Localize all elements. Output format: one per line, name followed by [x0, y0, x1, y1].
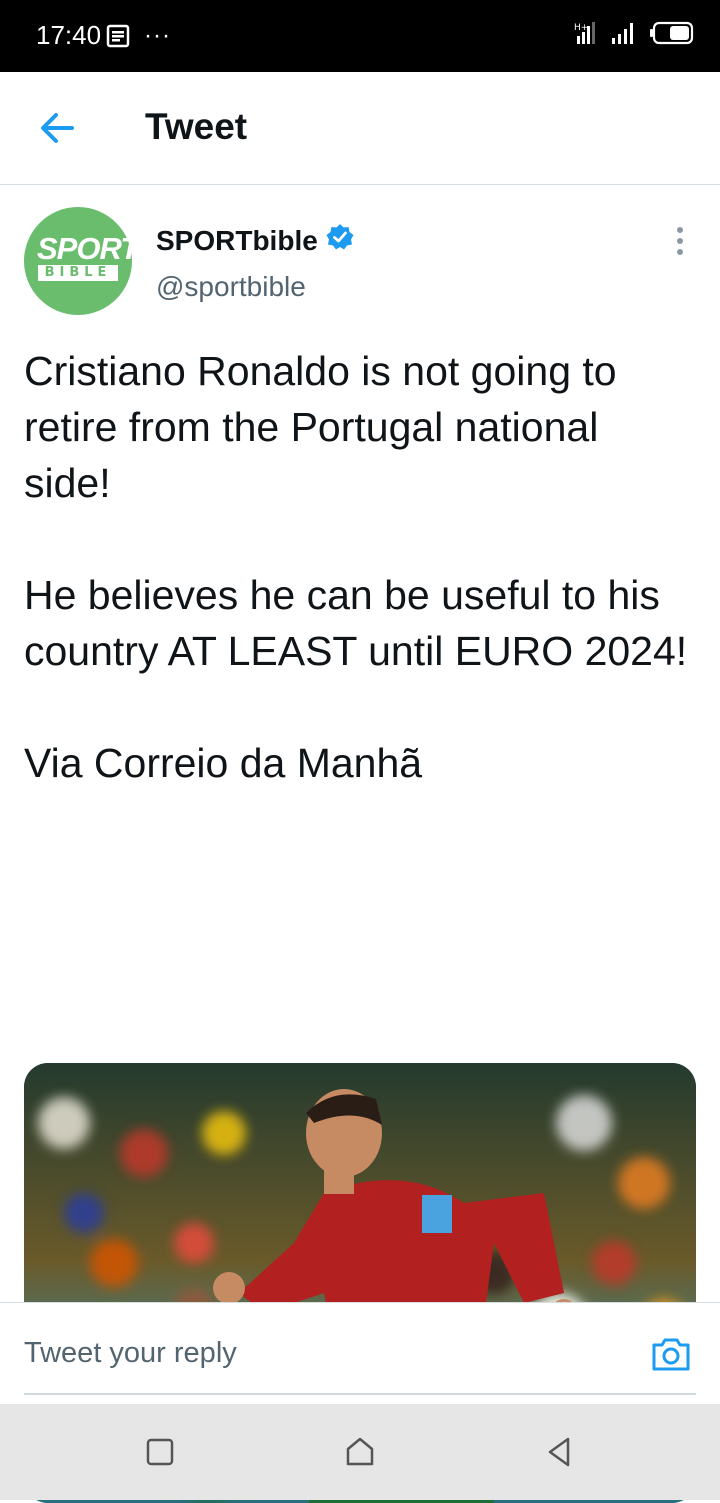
avatar-logo-subtext: BIBLE [38, 265, 118, 281]
android-nav-bar [0, 1404, 720, 1500]
verified-badge-icon [326, 224, 354, 250]
reply-bar: Tweet your reply [0, 1302, 720, 1405]
reply-placeholder: Tweet your reply [24, 1337, 237, 1369]
user-handle[interactable]: @sportbible [156, 271, 306, 303]
tweet-text: Cristiano Ronaldo is not going to retire… [24, 348, 688, 786]
status-left-icons: ··· [106, 22, 171, 50]
signal-icon [612, 23, 633, 44]
battery-icon [650, 21, 694, 45]
more-notifications-icon: ··· [144, 22, 171, 49]
status-bar: 17:40 ··· H+ [0, 0, 720, 72]
back-nav-icon[interactable] [542, 1434, 578, 1470]
recent-apps-icon[interactable] [142, 1434, 178, 1470]
reply-input[interactable]: Tweet your reply [24, 1303, 696, 1395]
page-title: Tweet [145, 106, 248, 147]
status-right-icons: H+ [574, 20, 696, 46]
home-icon[interactable] [342, 1434, 378, 1470]
status-time: 17:40 [36, 20, 102, 50]
tweet-header: Tweet [0, 72, 720, 185]
svg-text:H+: H+ [574, 23, 588, 33]
more-options-icon[interactable] [666, 225, 694, 257]
display-name[interactable]: SPORTbible [156, 225, 318, 257]
avatar[interactable]: SPORT BIBLE [24, 207, 132, 315]
avatar-logo-text: SPORT [37, 231, 132, 266]
camera-icon[interactable] [650, 1333, 692, 1375]
news-icon [106, 24, 130, 48]
network-signal-icon: H+ [574, 22, 595, 44]
back-arrow-icon[interactable] [36, 108, 76, 148]
